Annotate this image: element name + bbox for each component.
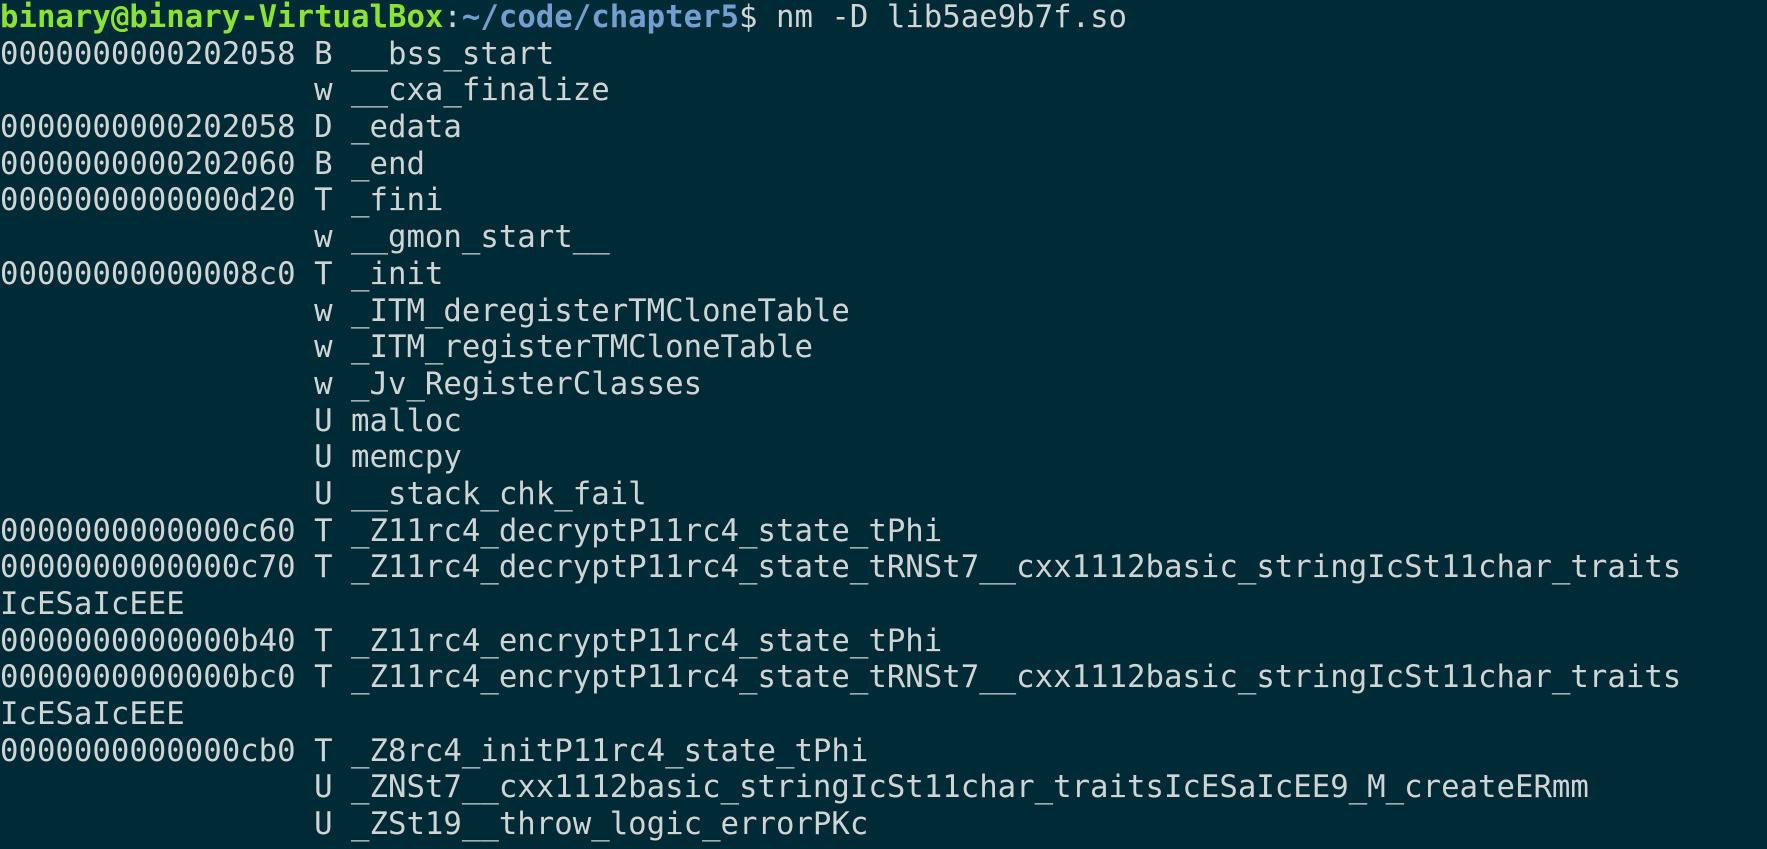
output-line: w _ITM_registerTMCloneTable bbox=[0, 330, 813, 366]
output-line: w _Jv_RegisterClasses bbox=[0, 366, 703, 402]
output-line: w __cxa_finalize bbox=[0, 73, 610, 109]
output-line: 0000000000000b40 T _Z11rc4_encryptP11rc4… bbox=[0, 623, 943, 659]
prompt-user-host: binary@binary-VirtualBox bbox=[0, 0, 444, 35]
prompt-path: ~/code/chapter5 bbox=[461, 0, 740, 35]
output-line: U _ZNSt7__cxx1112basic_stringIcSt11char_… bbox=[0, 770, 1589, 806]
output-line: 0000000000000c60 T _Z11rc4_decryptP11rc4… bbox=[0, 513, 943, 549]
output-line: U _ZSt19__throw_logic_errorPKc bbox=[0, 807, 869, 843]
prompt-line: binary@binary-VirtualBox:~/code/chapter5… bbox=[0, 0, 1767, 37]
output-line: 0000000000000cb0 T _Z8rc4_initP11rc4_sta… bbox=[0, 733, 869, 769]
prompt-command: nm -D lib5ae9b7f.so bbox=[776, 0, 1128, 35]
output-line: 0000000000202060 B _end bbox=[0, 146, 425, 182]
output-line: U memcpy bbox=[0, 440, 462, 476]
output-line: U __stack_chk_fail bbox=[0, 476, 647, 512]
output-line: w __gmon_start__ bbox=[0, 220, 610, 256]
output-line: 0000000000000c70 T _Z11rc4_decryptP11rc4… bbox=[0, 550, 1682, 586]
prompt-dollar: $ bbox=[739, 0, 776, 35]
terminal-window[interactable]: binary@binary-VirtualBox:~/code/chapter5… bbox=[0, 0, 1767, 849]
prompt-separator: : bbox=[443, 0, 462, 35]
output-line: w _ITM_deregisterTMCloneTable bbox=[0, 293, 850, 329]
output-line: 00000000000008c0 T _init bbox=[0, 256, 444, 292]
output-line: 0000000000202058 D _edata bbox=[0, 110, 462, 146]
output-line: IcESaIcEEE bbox=[0, 587, 185, 622]
output-line: 0000000000000d20 T _fini bbox=[0, 183, 444, 219]
output-line: U malloc bbox=[0, 403, 462, 439]
output-line: 0000000000000bc0 T _Z11rc4_encryptP11rc4… bbox=[0, 660, 1682, 696]
output-line: 0000000000202058 B __bss_start bbox=[0, 36, 555, 72]
output-line: IcESaIcEEE bbox=[0, 697, 185, 733]
